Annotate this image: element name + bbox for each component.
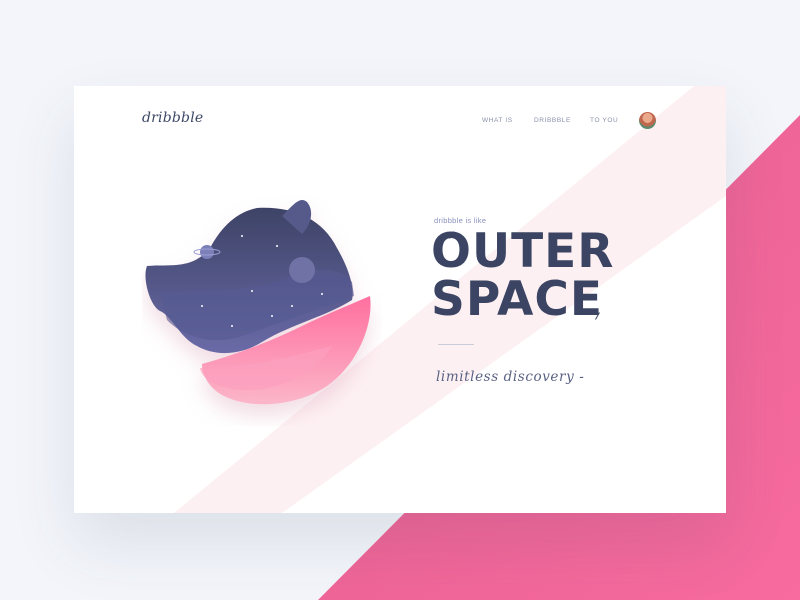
planet-illustration xyxy=(145,199,371,405)
user-avatar-icon[interactable] xyxy=(639,112,656,129)
hero-tagline: limitless discovery - xyxy=(436,369,585,385)
divider-line xyxy=(438,344,474,345)
nav-item-to-you[interactable]: TO YOU xyxy=(590,117,618,124)
dribbble-logo[interactable]: dribbble xyxy=(142,110,203,126)
headline-line-2: SPACE xyxy=(431,272,603,327)
headline-line-1: OUTER xyxy=(431,224,615,279)
nav-item-dribbble[interactable]: DRIBBBLE xyxy=(534,117,571,124)
hero-card: dribbble WHAT IS DRIBBBLE TO YOU dribbbl… xyxy=(74,86,726,513)
nav-item-what-is[interactable]: WHAT IS xyxy=(482,117,513,124)
hero-headline: OUTER SPACE xyxy=(431,228,614,324)
